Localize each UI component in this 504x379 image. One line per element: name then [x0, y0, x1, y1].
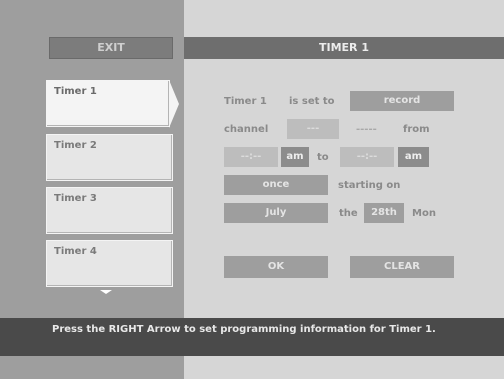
starting-on-label: starting on — [338, 180, 401, 191]
timer-list-item-label: Timer 1 — [54, 86, 97, 97]
is-set-to-label: is set to — [289, 96, 335, 107]
end-ampm-toggle[interactable]: am — [398, 147, 429, 167]
ok-button[interactable]: OK — [224, 256, 328, 278]
selection-arrow-icon — [169, 80, 179, 128]
channel-label: channel — [224, 124, 269, 135]
mode-select[interactable]: record — [350, 91, 454, 111]
end-time-field[interactable]: --:-- — [340, 147, 394, 167]
timer-list-item-4[interactable]: Timer 4 — [46, 240, 173, 287]
timer-list-item-label: Timer 4 — [54, 246, 97, 257]
the-label: the — [339, 208, 358, 219]
status-bar: Press the RIGHT Arrow to set programming… — [0, 318, 504, 356]
to-label: to — [317, 152, 329, 163]
day-select[interactable]: 28th — [364, 203, 404, 223]
timer-list-item-2[interactable]: Timer 2 — [46, 134, 173, 181]
status-message: Press the RIGHT Arrow to set programming… — [52, 324, 436, 335]
channel-name-field: ----- — [356, 124, 377, 135]
start-ampm-toggle[interactable]: am — [281, 147, 309, 167]
exit-button[interactable]: EXIT — [49, 37, 173, 59]
channel-number-field[interactable]: --- — [287, 119, 339, 139]
timer-list-item-1[interactable]: Timer 1 — [46, 80, 170, 127]
weekday-label: Mon — [412, 208, 436, 219]
from-label: from — [403, 124, 430, 135]
page-title: TIMER 1 — [184, 37, 504, 59]
timer-list-item-label: Timer 3 — [54, 193, 97, 204]
month-select[interactable]: July — [224, 203, 328, 223]
timer-list-item-label: Timer 2 — [54, 140, 97, 151]
start-time-field[interactable]: --:-- — [224, 147, 278, 167]
scroll-down-icon[interactable] — [100, 290, 112, 294]
clear-button[interactable]: CLEAR — [350, 256, 454, 278]
frequency-select[interactable]: once — [224, 175, 328, 195]
timer-list-item-3[interactable]: Timer 3 — [46, 187, 173, 234]
timer-name-label: Timer 1 — [224, 96, 267, 107]
